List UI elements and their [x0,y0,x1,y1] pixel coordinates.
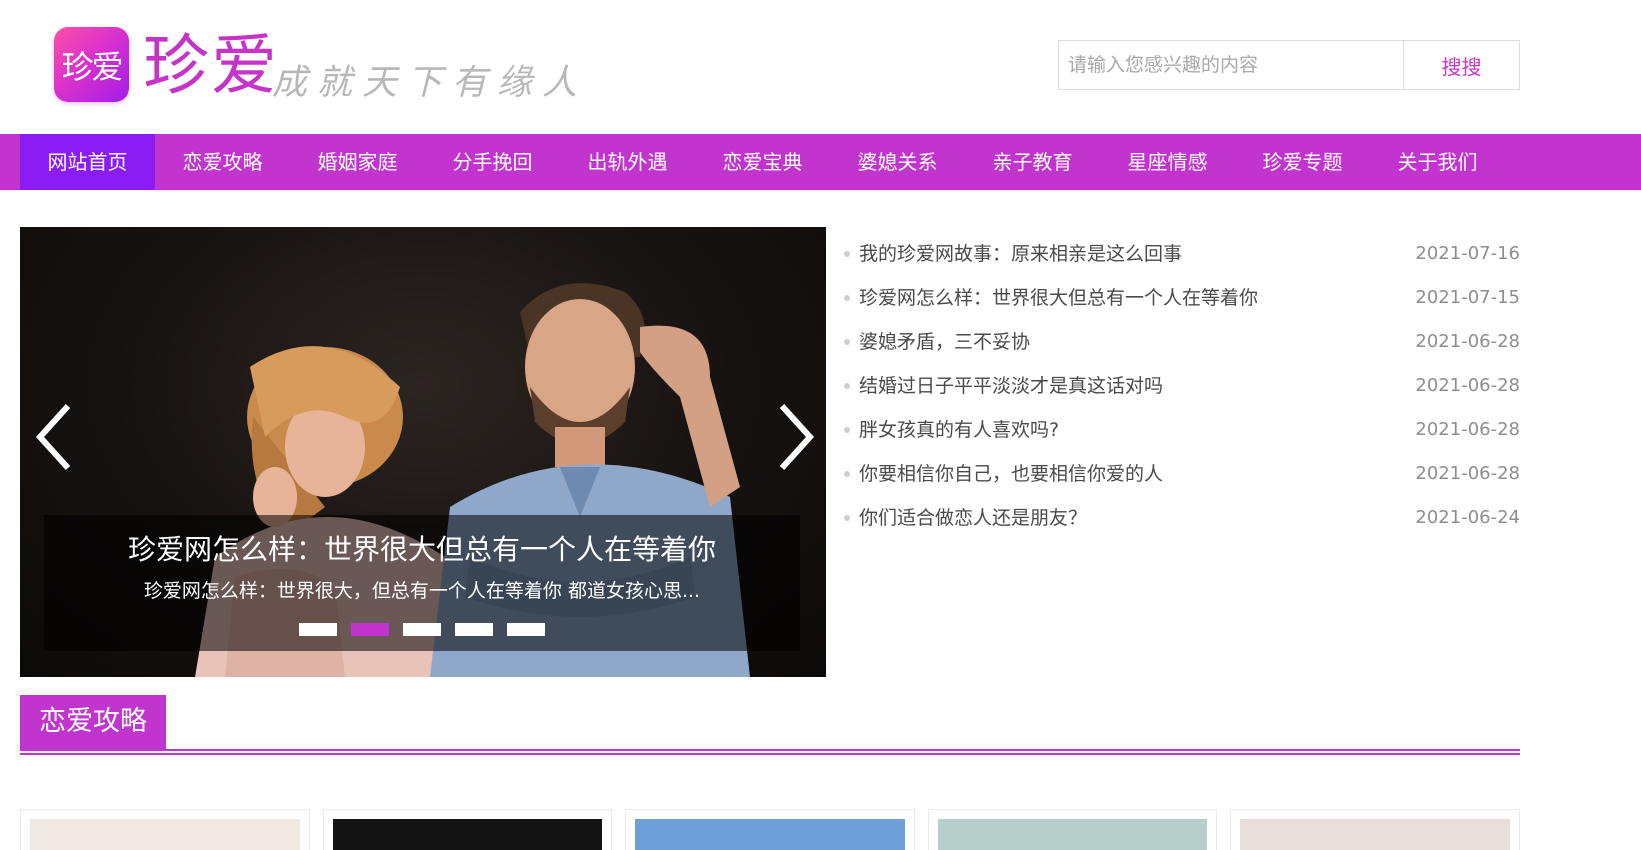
bullet-icon [844,383,850,389]
bullet-icon [844,515,850,521]
bullet-icon [844,295,850,301]
carousel-prev-button[interactable] [26,387,82,487]
article-card[interactable] [322,809,613,850]
news-date: 2021-06-24 [1415,507,1520,528]
nav-item[interactable]: 珍爱专题 [1235,134,1370,190]
news-item[interactable]: 婆媳矛盾，三不妥协 2021-06-28 [844,320,1520,364]
section-divider [20,749,1520,755]
news-item[interactable]: 结婚过日子平平淡淡才是真这话对吗 2021-06-28 [844,364,1520,408]
nav-item[interactable]: 出轨外遇 [560,134,695,190]
logo-icon[interactable]: 珍爱 [54,27,129,102]
news-title[interactable]: 你要相信你自己，也要相信你爱的人 [859,452,1163,496]
article-card[interactable] [1230,809,1520,850]
bullet-icon [844,251,850,257]
chevron-left-icon [35,403,71,471]
article-thumbnail[interactable] [635,819,905,850]
news-date: 2021-06-28 [1415,331,1520,352]
main-nav: 网站首页 恋爱攻略 婚姻家庭 分手挽回 出轨外遇 恋爱宝典 婆媳关系 亲子教育 星座情感 珍爱专题… [0,134,1641,190]
article-thumbnail[interactable] [332,819,603,850]
news-item[interactable]: 珍爱网怎么样：世界很大但总有一个人在等着你 2021-07-15 [844,276,1520,320]
news-title[interactable]: 你们适合做恋人还是朋友？ [859,496,1087,540]
nav-list: 网站首页 恋爱攻略 婚姻家庭 分手挽回 出轨外遇 恋爱宝典 婆媳关系 亲子教育 星座情感 珍爱专题… [20,134,1641,190]
news-date: 2021-06-28 [1415,419,1520,440]
section-title-love-tips[interactable]: 恋爱攻略 [20,695,166,749]
chevron-right-icon [779,403,815,471]
news-title[interactable]: 我的珍爱网故事：原来相亲是这么回事 [859,232,1182,276]
nav-item[interactable]: 恋爱宝典 [695,134,830,190]
nav-item[interactable]: 恋爱攻略 [155,134,290,190]
news-item[interactable]: 你们适合做恋人还是朋友？ 2021-06-24 [844,496,1520,540]
carousel-caption-summary: 珍爱网怎么样：世界很大，但总有一个人在等着你 都道女孩心思... [143,580,701,602]
nav-item[interactable]: 网站首页 [20,134,155,190]
carousel-dot[interactable] [507,623,545,636]
carousel-pagination [44,623,800,636]
article-card[interactable] [625,809,915,850]
news-title[interactable]: 婆媳矛盾，三不妥协 [859,320,1030,364]
news-date: 2021-06-28 [1415,375,1520,396]
carousel-caption-title[interactable]: 珍爱网怎么样：世界很大但总有一个人在等着你 [44,532,800,568]
nav-item[interactable]: 婚姻家庭 [290,134,425,190]
article-thumbnail[interactable] [30,819,300,850]
search-input[interactable] [1058,40,1404,90]
nav-item[interactable]: 关于我们 [1370,134,1505,190]
news-title[interactable]: 珍爱网怎么样：世界很大但总有一个人在等着你 [859,276,1258,320]
news-date: 2021-06-28 [1415,463,1520,484]
latest-news-list: 我的珍爱网故事：原来相亲是这么回事 2021-07-16 珍爱网怎么样：世界很大但总… [844,232,1520,540]
bullet-icon [844,471,850,477]
article-thumbnail[interactable] [1240,819,1510,850]
news-item[interactable]: 胖女孩真的有人喜欢吗? 2021-06-28 [844,408,1520,452]
carousel-next-button[interactable] [768,387,824,487]
site-logo-text[interactable]: 珍爱 [143,26,279,106]
logo-badge-text: 珍爱 [61,47,123,86]
carousel-caption[interactable]: 珍爱网怎么样：世界很大但总有一个人在等着你 珍爱网怎么样：世界很大，但总有一个人… [44,515,800,651]
bullet-icon [844,427,850,433]
news-date: 2021-07-16 [1415,243,1520,264]
article-thumbnail[interactable] [937,819,1208,850]
site-header: 珍爱 珍爱 成就天下有缘人 搜搜 [0,0,1641,134]
carousel-dot[interactable] [403,623,441,636]
carousel-dot[interactable] [351,623,389,636]
nav-item[interactable]: 分手挽回 [425,134,560,190]
carousel-dot[interactable] [299,623,337,636]
article-card-row [20,809,1520,850]
news-title[interactable]: 结婚过日子平平淡淡才是真这话对吗 [859,364,1163,408]
nav-item[interactable]: 亲子教育 [965,134,1100,190]
carousel-dot[interactable] [455,623,493,636]
article-card[interactable] [20,809,310,850]
site-slogan: 成就天下有缘人 [272,63,588,103]
news-date: 2021-07-15 [1415,287,1520,308]
bullet-icon [844,339,850,345]
news-item[interactable]: 你要相信你自己，也要相信你爱的人 2021-06-28 [844,452,1520,496]
article-card[interactable] [927,809,1218,850]
nav-item[interactable]: 星座情感 [1100,134,1235,190]
news-title[interactable]: 胖女孩真的有人喜欢吗? [859,408,1059,452]
news-item[interactable]: 我的珍爱网故事：原来相亲是这么回事 2021-07-16 [844,232,1520,276]
hero-carousel[interactable]: 珍爱网怎么样：世界很大但总有一个人在等着你 珍爱网怎么样：世界很大，但总有一个人… [20,227,826,677]
search-button[interactable]: 搜搜 [1403,40,1520,90]
nav-item[interactable]: 婆媳关系 [830,134,965,190]
